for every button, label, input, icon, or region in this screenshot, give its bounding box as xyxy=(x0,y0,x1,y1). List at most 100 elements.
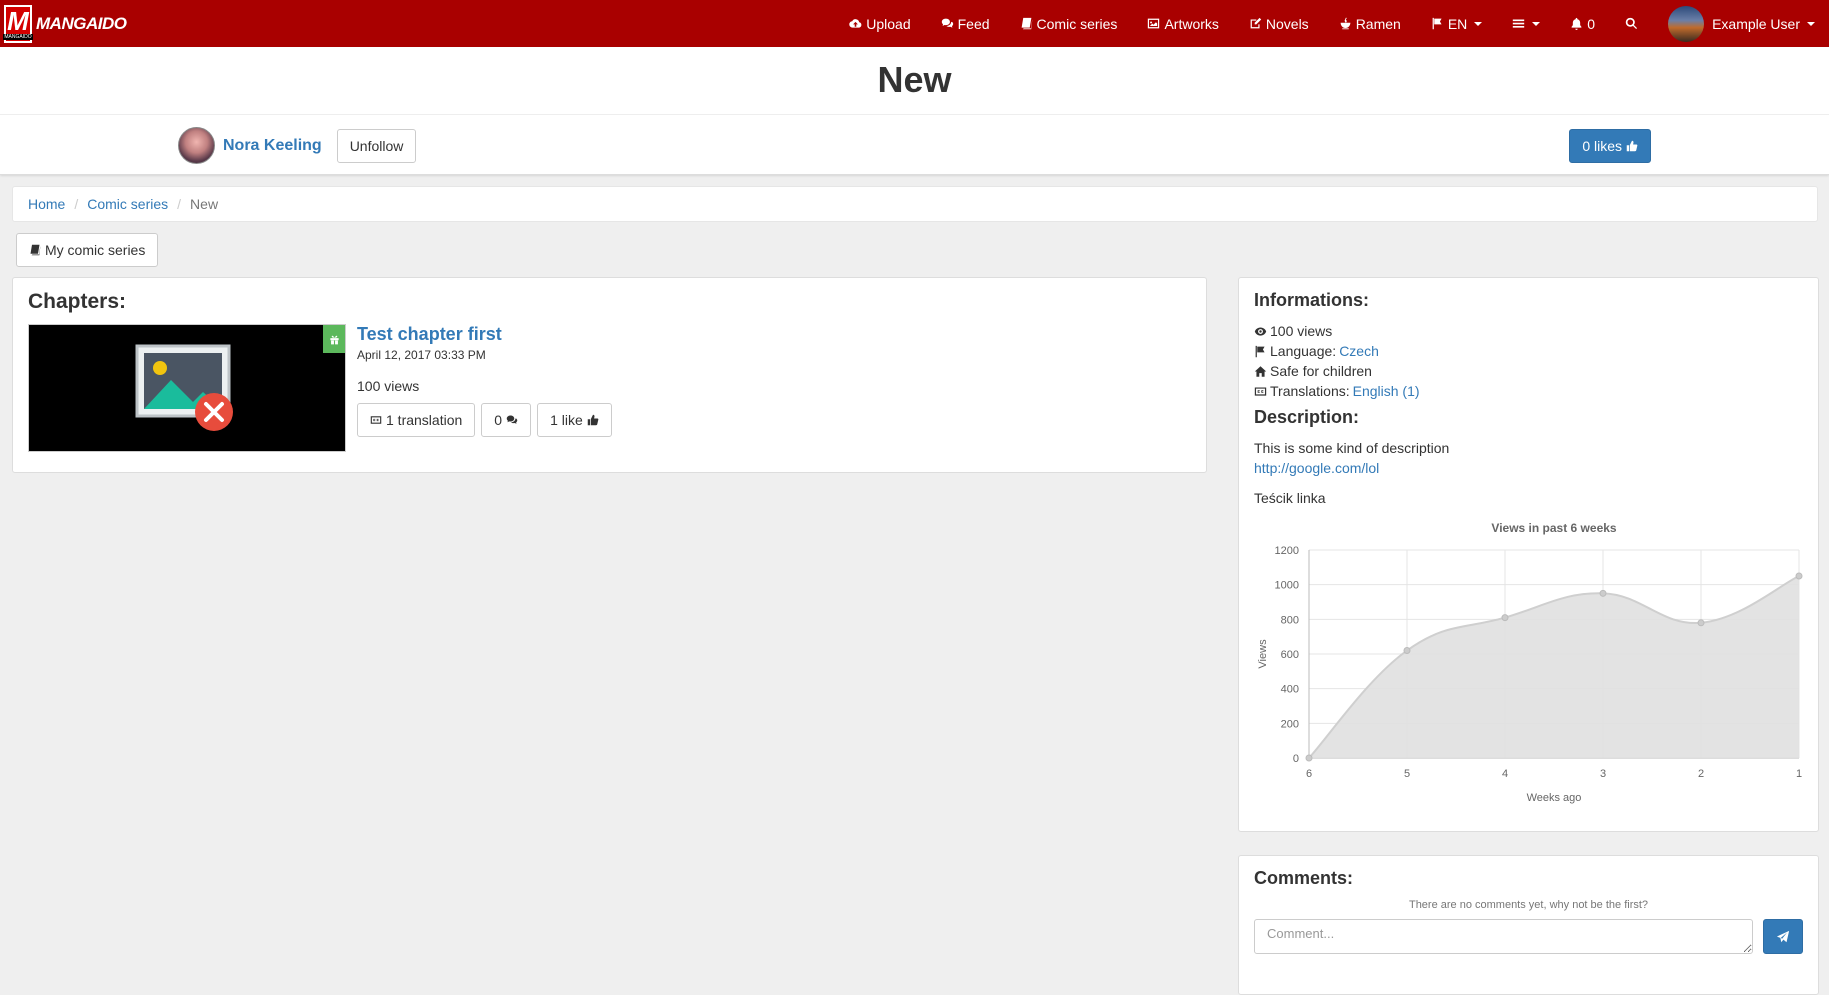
likes-button[interactable]: 0 likes xyxy=(1569,128,1651,163)
send-comment-button[interactable] xyxy=(1763,919,1803,954)
breadcrumb-current: New xyxy=(190,196,219,212)
info-safe-value: Safe for children xyxy=(1270,363,1372,379)
nav-upload-label: Upload xyxy=(866,15,911,32)
nav-ramen[interactable]: Ramen xyxy=(1324,0,1416,47)
y-tick-label: 1000 xyxy=(1275,580,1299,592)
y-tick-label: 600 xyxy=(1281,649,1299,661)
description-link[interactable]: http://google.com/lol xyxy=(1254,460,1379,476)
data-point xyxy=(1305,754,1313,762)
breadcrumb: Home / Comic series / New xyxy=(12,186,1818,222)
y-tick-label: 1200 xyxy=(1275,545,1299,557)
info-translations-link[interactable]: English (1) xyxy=(1353,381,1420,401)
nav-feed[interactable]: Feed xyxy=(926,0,1005,47)
chapter-title-link[interactable]: Test chapter first xyxy=(357,324,502,344)
breadcrumb-comic-series[interactable]: Comic series xyxy=(87,196,168,212)
picture-icon xyxy=(1148,18,1160,29)
x-tick-label: 2 xyxy=(1698,768,1704,780)
menu-dropdown[interactable] xyxy=(1497,0,1555,47)
search-button[interactable] xyxy=(1610,0,1653,47)
x-tick-label: 5 xyxy=(1404,768,1410,780)
notifications-button[interactable]: 0 xyxy=(1555,0,1610,47)
nav-upload[interactable]: Upload xyxy=(834,0,925,47)
description-text: This is some kind of description xyxy=(1254,440,1450,456)
unfollow-button[interactable]: Unfollow xyxy=(336,128,417,163)
x-tick-label: 6 xyxy=(1306,768,1312,780)
nav-novels[interactable]: Novels xyxy=(1234,0,1324,47)
info-heading: Informations: xyxy=(1254,290,1369,310)
no-comments-text: There are no comments yet, why not be th… xyxy=(1408,899,1649,911)
x-tick-label: 1 xyxy=(1796,768,1802,780)
info-language-label: Language: xyxy=(1270,343,1337,359)
broken-image-icon xyxy=(135,344,233,431)
area-fill xyxy=(1309,576,1799,758)
chapter-date: April 12, 2017 03:33 PM xyxy=(357,348,486,362)
description: This is some kind of description http://… xyxy=(1254,438,1803,508)
site-logo[interactable]: M MANGAIDO MANGAIDO xyxy=(3,4,127,43)
description-extra: Teścik linka xyxy=(1254,490,1326,506)
info-safe: Safe for children xyxy=(1254,361,1803,381)
y-tick-label: 0 xyxy=(1293,753,1299,765)
comments-icon xyxy=(506,415,518,424)
breadcrumb-separator: / xyxy=(177,196,182,212)
info-views-value: 100 views xyxy=(1270,323,1333,339)
gift-icon xyxy=(329,335,339,344)
chapter-thumbnail[interactable] xyxy=(28,324,346,452)
chapters-heading: Chapters: xyxy=(28,290,127,313)
series-header: New Nora Keeling Unfollow 0 likes xyxy=(0,47,1829,175)
data-point xyxy=(1403,647,1411,655)
chart-title: Views in past 6 weeks xyxy=(1491,521,1617,535)
book-icon xyxy=(1021,17,1032,30)
nav-comic-series[interactable]: Comic series xyxy=(1005,0,1133,47)
info-language-link[interactable]: Czech xyxy=(1339,341,1379,361)
bell-icon xyxy=(1571,17,1582,30)
flag-icon xyxy=(1432,17,1442,30)
comment-input[interactable] xyxy=(1254,919,1753,954)
info-views: 100 views xyxy=(1254,321,1803,341)
gift-badge xyxy=(323,325,345,353)
user-menu[interactable]: Example User xyxy=(1653,0,1829,47)
bars-icon xyxy=(1513,19,1525,28)
info-language: Language: Czech xyxy=(1254,341,1803,361)
comments-panel: Comments: There are no comments yet, why… xyxy=(1238,855,1819,995)
y-tick-label: 200 xyxy=(1281,718,1299,730)
author-name-link[interactable]: Nora Keeling xyxy=(223,137,322,155)
comments-count-button[interactable]: 0 xyxy=(481,403,532,437)
top-navbar: M MANGAIDO MANGAIDO Upload Feed Comic se… xyxy=(0,0,1829,47)
my-comic-series-button[interactable]: My comic series xyxy=(16,233,159,267)
closed-captions-icon xyxy=(1254,386,1267,396)
chapter-info: Test chapter first April 12, 2017 03:33 … xyxy=(357,324,612,452)
author-row: Nora Keeling Unfollow 0 likes xyxy=(178,127,1651,164)
page-title: New xyxy=(0,47,1829,115)
breadcrumb-separator: / xyxy=(74,196,79,212)
closed-captions-icon xyxy=(370,416,382,424)
nav-novels-label: Novels xyxy=(1265,15,1309,32)
author-avatar[interactable] xyxy=(178,127,215,164)
nav-artworks[interactable]: Artworks xyxy=(1132,0,1233,47)
info-translations: Translations: English (1) xyxy=(1254,381,1803,401)
comments-icon xyxy=(941,18,953,28)
breadcrumb-home[interactable]: Home xyxy=(28,196,65,212)
language-label: EN xyxy=(1447,15,1468,32)
logo-mark: M MANGAIDO xyxy=(3,4,33,43)
search-icon xyxy=(1625,17,1638,30)
translations-label: 1 translation xyxy=(386,412,463,428)
nav-links: Upload Feed Comic series Artworks Novels… xyxy=(834,0,1829,47)
flag-icon xyxy=(1255,345,1265,357)
info-translations-label: Translations: xyxy=(1270,383,1350,399)
book-icon xyxy=(30,244,41,256)
translations-button[interactable]: 1 translation xyxy=(357,403,476,437)
language-dropdown[interactable]: EN xyxy=(1416,0,1497,47)
data-point xyxy=(1697,619,1705,627)
caret-down-icon xyxy=(1807,21,1815,26)
chapter-like-button[interactable]: 1 like xyxy=(537,403,612,437)
chapter-actions: 1 translation 0 1 like xyxy=(357,403,612,437)
comments-count: 0 xyxy=(494,412,503,428)
comment-form xyxy=(1254,919,1803,954)
caret-down-icon xyxy=(1474,21,1483,26)
views-chart: Views in past 6 weeks 0 200 400 600 800 1000 12… xyxy=(1254,518,1803,821)
user-name: Example User xyxy=(1712,15,1800,32)
ramen-icon xyxy=(1340,17,1351,30)
chapter-item: Test chapter first April 12, 2017 03:33 … xyxy=(28,324,1191,452)
nav-feed-label: Feed xyxy=(957,15,990,32)
data-point xyxy=(1599,589,1607,597)
